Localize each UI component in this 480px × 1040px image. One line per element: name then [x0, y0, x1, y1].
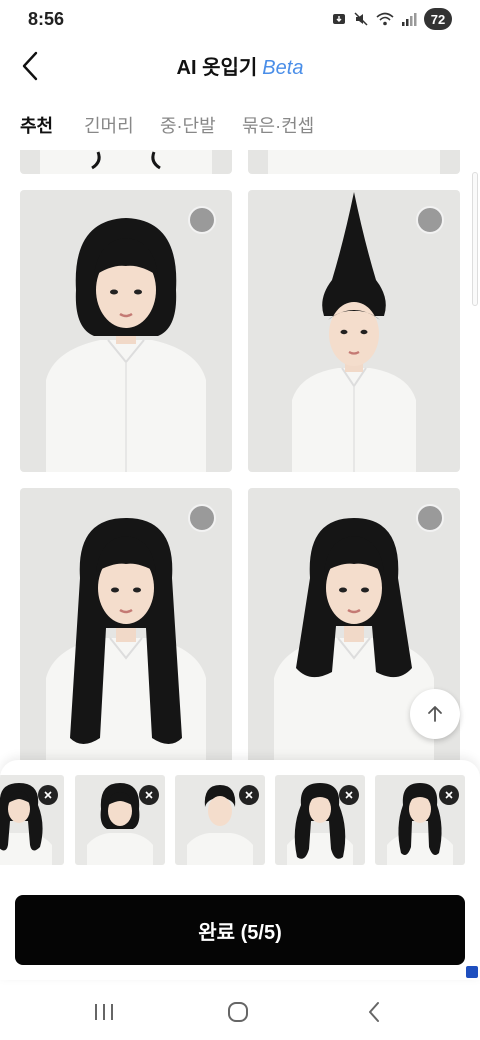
selected-thumb-tied[interactable] [175, 775, 265, 865]
status-bar: 8:56 72 [0, 0, 480, 38]
remove-selected-button[interactable] [239, 785, 259, 805]
select-toggle[interactable] [188, 504, 216, 532]
select-toggle[interactable] [188, 206, 216, 234]
system-back-button[interactable] [354, 997, 394, 1027]
wifi-icon [376, 12, 394, 26]
select-toggle[interactable] [416, 504, 444, 532]
mute-icon [354, 12, 368, 26]
home-button[interactable] [218, 997, 258, 1027]
status-icons: 72 [332, 8, 452, 30]
arrow-up-icon [428, 706, 442, 722]
style-card-long-straight[interactable] [20, 488, 232, 760]
selected-thumb-long-wavy-2[interactable] [375, 775, 465, 865]
system-nav-bar [0, 985, 480, 1040]
scroll-to-top-button[interactable] [410, 689, 460, 739]
tab-medium-short[interactable]: 중·단발 [160, 112, 216, 150]
page-title: AI 옷입기 Beta [0, 51, 480, 80]
remove-selected-button[interactable] [339, 785, 359, 805]
remove-selected-button[interactable] [439, 785, 459, 805]
style-card-partial-left[interactable] [20, 150, 232, 174]
battery-indicator: 72 [424, 8, 452, 30]
close-icon [345, 791, 353, 799]
signal-icon [402, 13, 417, 26]
status-time: 8:56 [28, 9, 65, 29]
style-card-cone[interactable] [248, 190, 460, 472]
selected-thumb-bob-bangs[interactable] [75, 775, 165, 865]
page-title-text: AI 옷입기 [176, 57, 258, 79]
selected-thumb-long-wavy[interactable] [275, 775, 365, 865]
recent-apps-button[interactable] [84, 997, 124, 1027]
close-icon [245, 791, 253, 799]
corner-badge [466, 966, 478, 978]
style-grid [0, 150, 480, 760]
style-photo [268, 150, 440, 174]
select-toggle[interactable] [416, 206, 444, 234]
close-icon [44, 791, 52, 799]
category-tabs: 추천 긴머리 중·단발 묶은·컨셉 [0, 100, 480, 153]
scrollbar[interactable] [472, 172, 478, 306]
style-photo [40, 150, 212, 174]
done-button[interactable]: 완료 (5/5) [15, 895, 465, 965]
close-icon [145, 791, 153, 799]
home-icon [228, 1002, 248, 1022]
remove-selected-button[interactable] [139, 785, 159, 805]
style-card-partial-right[interactable] [248, 150, 460, 174]
beta-badge: Beta [262, 57, 304, 79]
tab-long-hair[interactable]: 긴머리 [84, 112, 134, 150]
style-card-bob[interactable] [20, 190, 232, 472]
tab-recommended[interactable]: 추천 [20, 112, 54, 153]
app-header: AI 옷입기 Beta [0, 38, 480, 92]
remove-selected-button[interactable] [38, 785, 58, 805]
back-icon [369, 1002, 379, 1022]
notification-icon [333, 14, 345, 24]
close-icon [445, 791, 453, 799]
recent-apps-icon [95, 1004, 113, 1020]
selected-thumb-wavy-long[interactable] [0, 775, 64, 865]
tab-tied-concept[interactable]: 묶은·컨셉 [242, 112, 314, 150]
